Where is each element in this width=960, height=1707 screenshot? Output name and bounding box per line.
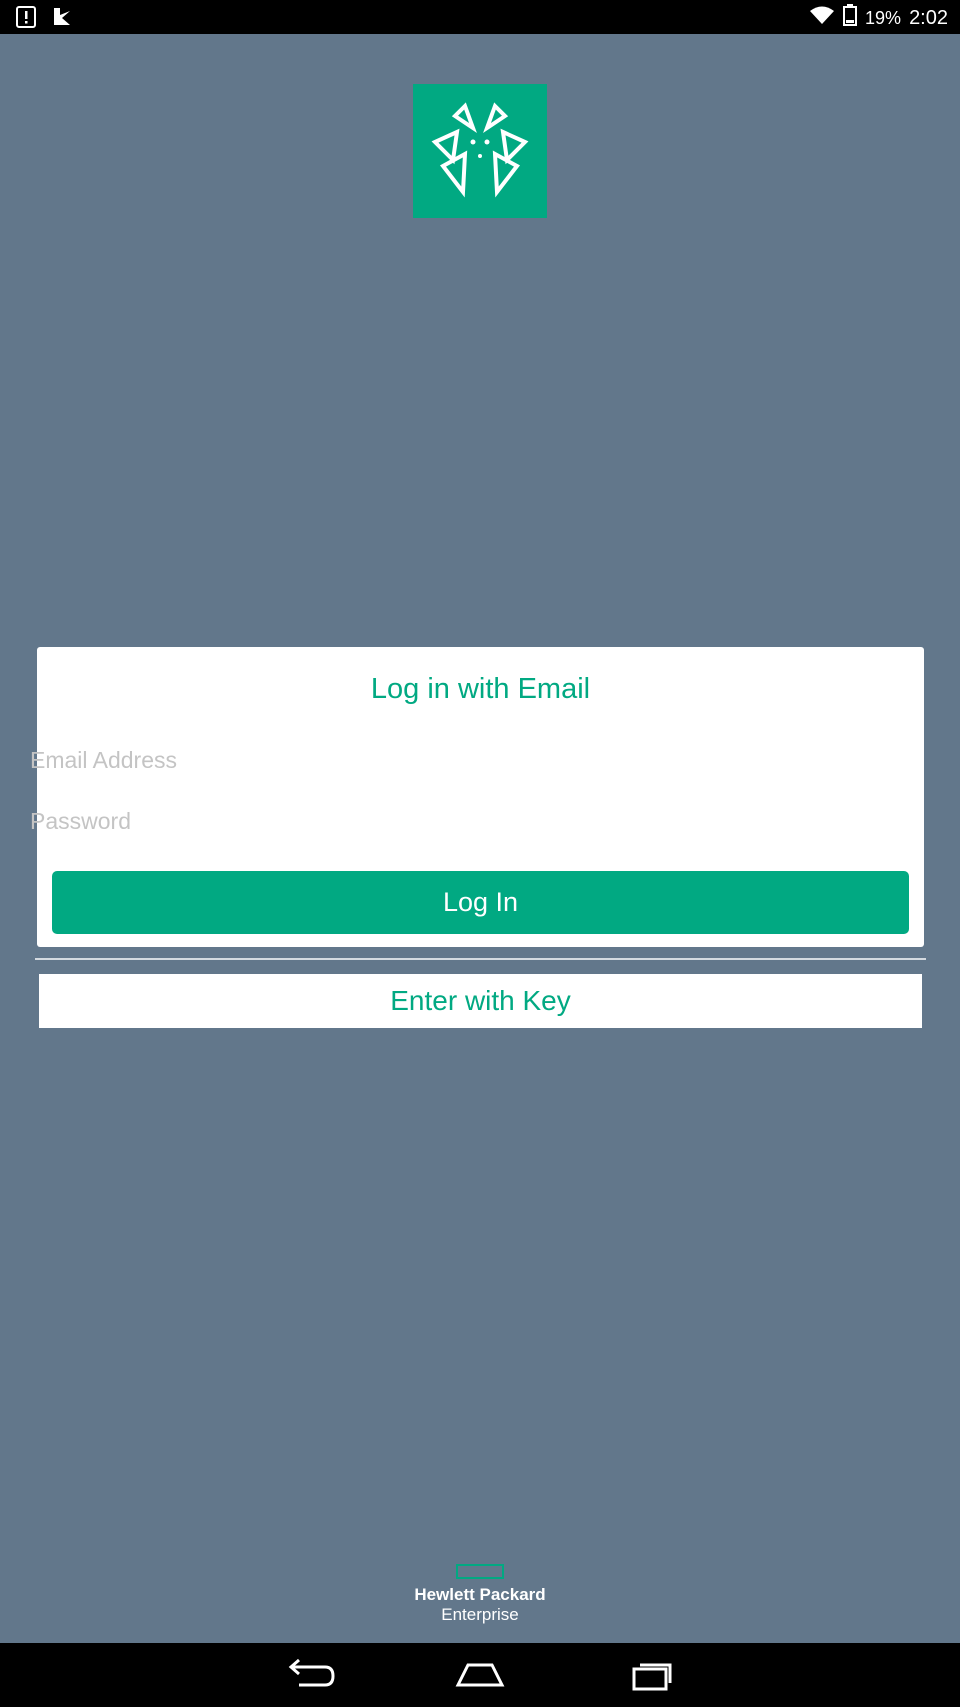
recents-icon[interactable]	[622, 1655, 682, 1695]
wifi-icon	[809, 5, 835, 31]
email-field[interactable]	[30, 738, 850, 782]
navigation-bar	[0, 1643, 960, 1707]
divider	[35, 958, 926, 960]
battery-percent: 19%	[865, 7, 902, 28]
brand-line-2: Enterprise	[441, 1605, 519, 1624]
login-title: Log in with Email	[370, 673, 591, 705]
back-icon[interactable]	[279, 1655, 339, 1695]
password-field[interactable]	[30, 799, 850, 843]
status-bar-right: 19% 2:02	[809, 4, 948, 32]
status-bar: 19% 2:02	[0, 0, 960, 34]
app-logo-icon	[413, 84, 547, 218]
notification-app-icon	[52, 6, 74, 33]
login-button[interactable]: Log In	[52, 871, 909, 934]
battery-icon	[843, 4, 858, 32]
brand-line-1: Hewlett Packard	[414, 1585, 546, 1604]
hpe-element-icon	[456, 1564, 504, 1579]
hpe-logo: Hewlett Packard Enterprise	[380, 1564, 580, 1625]
clock: 2:02	[909, 6, 948, 29]
status-bar-left	[16, 6, 74, 33]
enter-with-key-button[interactable]: Enter with Key	[39, 974, 922, 1028]
alert-icon	[16, 6, 36, 33]
home-icon[interactable]	[450, 1655, 510, 1695]
